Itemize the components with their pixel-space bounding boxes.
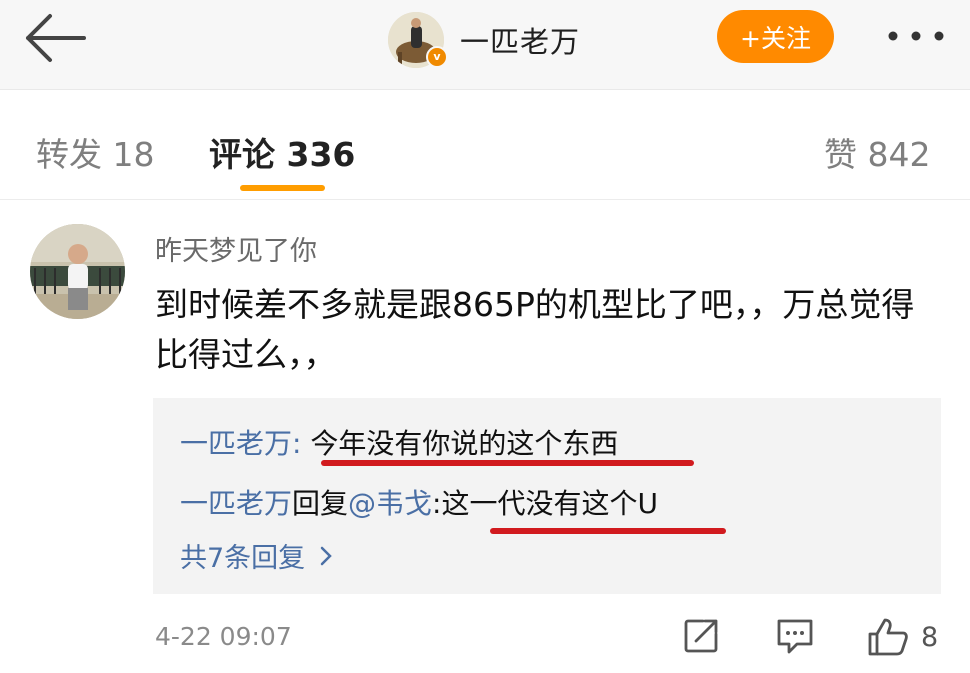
more-dots-icon[interactable]	[885, 28, 947, 44]
reply-mention[interactable]: @韦戈	[348, 487, 432, 520]
follow-button[interactable]: +关注	[717, 10, 834, 63]
like-thumb-icon[interactable]	[866, 616, 910, 660]
reply-item: 一匹老万: 今年没有你说的这个东西	[180, 422, 618, 462]
red-underline-annotation	[321, 460, 694, 466]
reply-author[interactable]: 一匹老万	[180, 487, 292, 520]
reply-text: 这一代没有这个U	[441, 487, 658, 520]
back-arrow-icon[interactable]	[22, 12, 88, 64]
comment-icon[interactable]	[775, 616, 815, 660]
red-underline-annotation	[490, 528, 726, 534]
reply-author[interactable]: 一匹老万	[180, 427, 292, 460]
reply-thread[interactable]: 一匹老万: 今年没有你说的这个东西 一匹老万回复@韦戈:这一代没有这个U 共7条…	[153, 398, 941, 594]
tab-likes[interactable]: 赞 842	[824, 128, 930, 176]
username[interactable]: 一匹老万	[460, 19, 580, 61]
share-icon[interactable]	[681, 616, 721, 660]
divider	[0, 199, 970, 200]
reply-verb: 回复	[292, 487, 349, 520]
top-navigation-bar: 一匹老万 v +关注	[0, 0, 970, 90]
view-all-replies-label[interactable]: 共7条回复	[180, 536, 305, 575]
comment-author[interactable]: 昨天梦见了你	[155, 229, 317, 268]
chevron-right-icon	[320, 546, 332, 565]
active-tab-indicator	[240, 185, 325, 191]
like-count: 8	[921, 622, 939, 653]
tab-reposts[interactable]: 转发 18	[36, 128, 154, 176]
verified-badge-icon: v	[426, 46, 448, 68]
comment-text: 到时候差不多就是跟865P的机型比了吧，，万总觉得比得过么，，	[155, 285, 915, 374]
user-header[interactable]: 一匹老万	[388, 10, 580, 70]
tab-bar: 转发 18 评论 336 赞 842	[0, 90, 970, 200]
tab-comments[interactable]: 评论 336	[209, 128, 355, 176]
reply-item: 一匹老万回复@韦戈:这一代没有这个U	[180, 482, 658, 522]
reply-separator: :	[292, 427, 311, 460]
view-all-replies-link[interactable]: 共7条回复	[180, 536, 333, 575]
reply-text: 今年没有你说的这个东西	[310, 427, 619, 460]
comment-timestamp: 4-22 09:07	[155, 622, 292, 651]
avatar[interactable]	[30, 224, 125, 319]
